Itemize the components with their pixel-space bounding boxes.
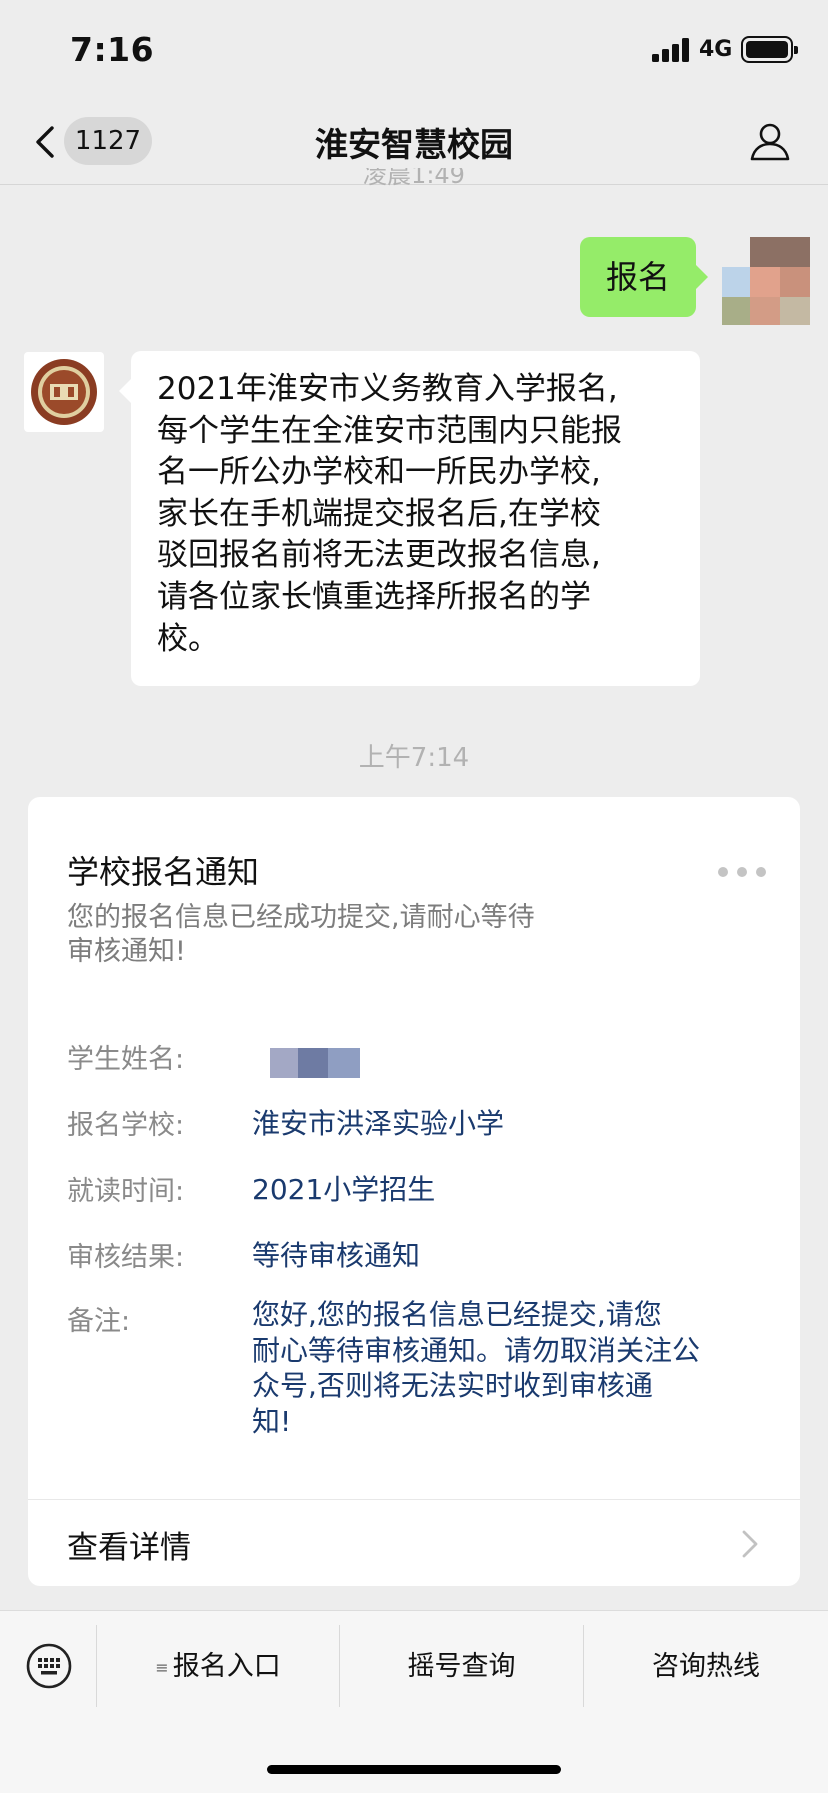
- more-dots-icon[interactable]: [718, 865, 766, 879]
- keyboard-icon: [26, 1643, 72, 1689]
- card-title: 学校报名通知: [67, 853, 260, 891]
- status-bar: 7:16 4G: [0, 0, 828, 100]
- description-line: 审核通知!: [67, 936, 186, 967]
- timestamp-partial: 凌晨1:49: [363, 168, 465, 186]
- battery-icon: [741, 36, 798, 63]
- message-line: 请各位家长慎重选择所报名的学: [157, 578, 591, 615]
- enroll-time-label: 就读时间:: [67, 1176, 185, 1207]
- official-account-avatar[interactable]: [24, 352, 104, 432]
- description-line: 您的报名信息已经成功提交,请耐心等待: [67, 902, 535, 933]
- keyboard-toggle-button[interactable]: [24, 1641, 74, 1691]
- card-description: 您的报名信息已经成功提交,请耐心等待 审核通知!: [67, 901, 627, 969]
- note-value: 您好,您的报名信息已经提交,请您 耐心等待审核通知。请勿取消关注公 众号,否则将…: [252, 1297, 752, 1439]
- note-line: 您好,您的报名信息已经提交,请您: [252, 1298, 662, 1331]
- profile-icon: [750, 123, 790, 161]
- menu-list-icon: ≡: [155, 1657, 169, 1677]
- note-line: 众号,否则将无法实时收到审核通: [252, 1369, 653, 1403]
- status-time: 7:16: [70, 30, 155, 69]
- message-line: 校。: [157, 620, 219, 657]
- notification-card[interactable]: 学校报名通知 您的报名信息已经成功提交,请耐心等待 审核通知! 学生姓名: 报名…: [28, 797, 800, 1586]
- page-title: 淮安智慧校园: [315, 125, 513, 164]
- school-label: 报名学校:: [67, 1110, 185, 1141]
- user-avatar[interactable]: [722, 237, 810, 325]
- note-line: 知!: [252, 1404, 292, 1438]
- student-name-label: 学生姓名:: [67, 1044, 185, 1075]
- signal-icon: [652, 38, 692, 62]
- official-message-bubble[interactable]: 2021年淮安市义务教育入学报名, 每个学生在全淮安市范围内只能报 名一所公办学…: [119, 351, 700, 686]
- profile-button[interactable]: [746, 118, 794, 166]
- view-details-link[interactable]: 查看详情: [28, 1500, 800, 1586]
- menu-label: 报名入口: [172, 1651, 281, 1682]
- bottom-menu-bar: ≡ 报名入口 摇号查询 咨询热线: [0, 1610, 828, 1793]
- home-indicator: [267, 1765, 561, 1774]
- message-line: 驳回报名前将无法更改报名信息,: [157, 537, 601, 574]
- review-result-label: 审核结果:: [67, 1242, 185, 1273]
- menu-enroll-entry[interactable]: ≡ 报名入口: [97, 1611, 339, 1723]
- school-value: 淮安市洪泽实验小学: [252, 1107, 505, 1140]
- enroll-time-value: 2021小学招生: [252, 1173, 436, 1206]
- message-line: 名一所公办学校和一所民办学校,: [157, 454, 601, 491]
- message-line: 2021年淮安市义务教育入学报名,: [157, 371, 618, 407]
- menu-label: 咨询热线: [652, 1651, 760, 1682]
- user-message-bubble[interactable]: 报名: [580, 237, 708, 317]
- note-label: 备注:: [67, 1306, 131, 1337]
- view-details-label: 查看详情: [67, 1530, 191, 1566]
- chevron-right-icon: [742, 1530, 758, 1558]
- message-line: 家长在手机端提交报名后,在学校: [157, 495, 601, 532]
- message-line: 每个学生在全淮安市范围内只能报: [157, 412, 622, 449]
- note-line: 耐心等待审核通知。请勿取消关注公: [252, 1333, 701, 1367]
- timestamp: 上午7:14: [358, 743, 470, 773]
- menu-hotline[interactable]: 咨询热线: [584, 1611, 828, 1723]
- school-logo-icon: [31, 359, 97, 425]
- review-result-value: 等待审核通知: [252, 1239, 421, 1272]
- student-name-redacted: [270, 1048, 360, 1078]
- menu-lottery-query[interactable]: 摇号查询: [340, 1611, 583, 1723]
- menu-label: 摇号查询: [407, 1651, 516, 1682]
- network-label: 4G: [699, 37, 733, 62]
